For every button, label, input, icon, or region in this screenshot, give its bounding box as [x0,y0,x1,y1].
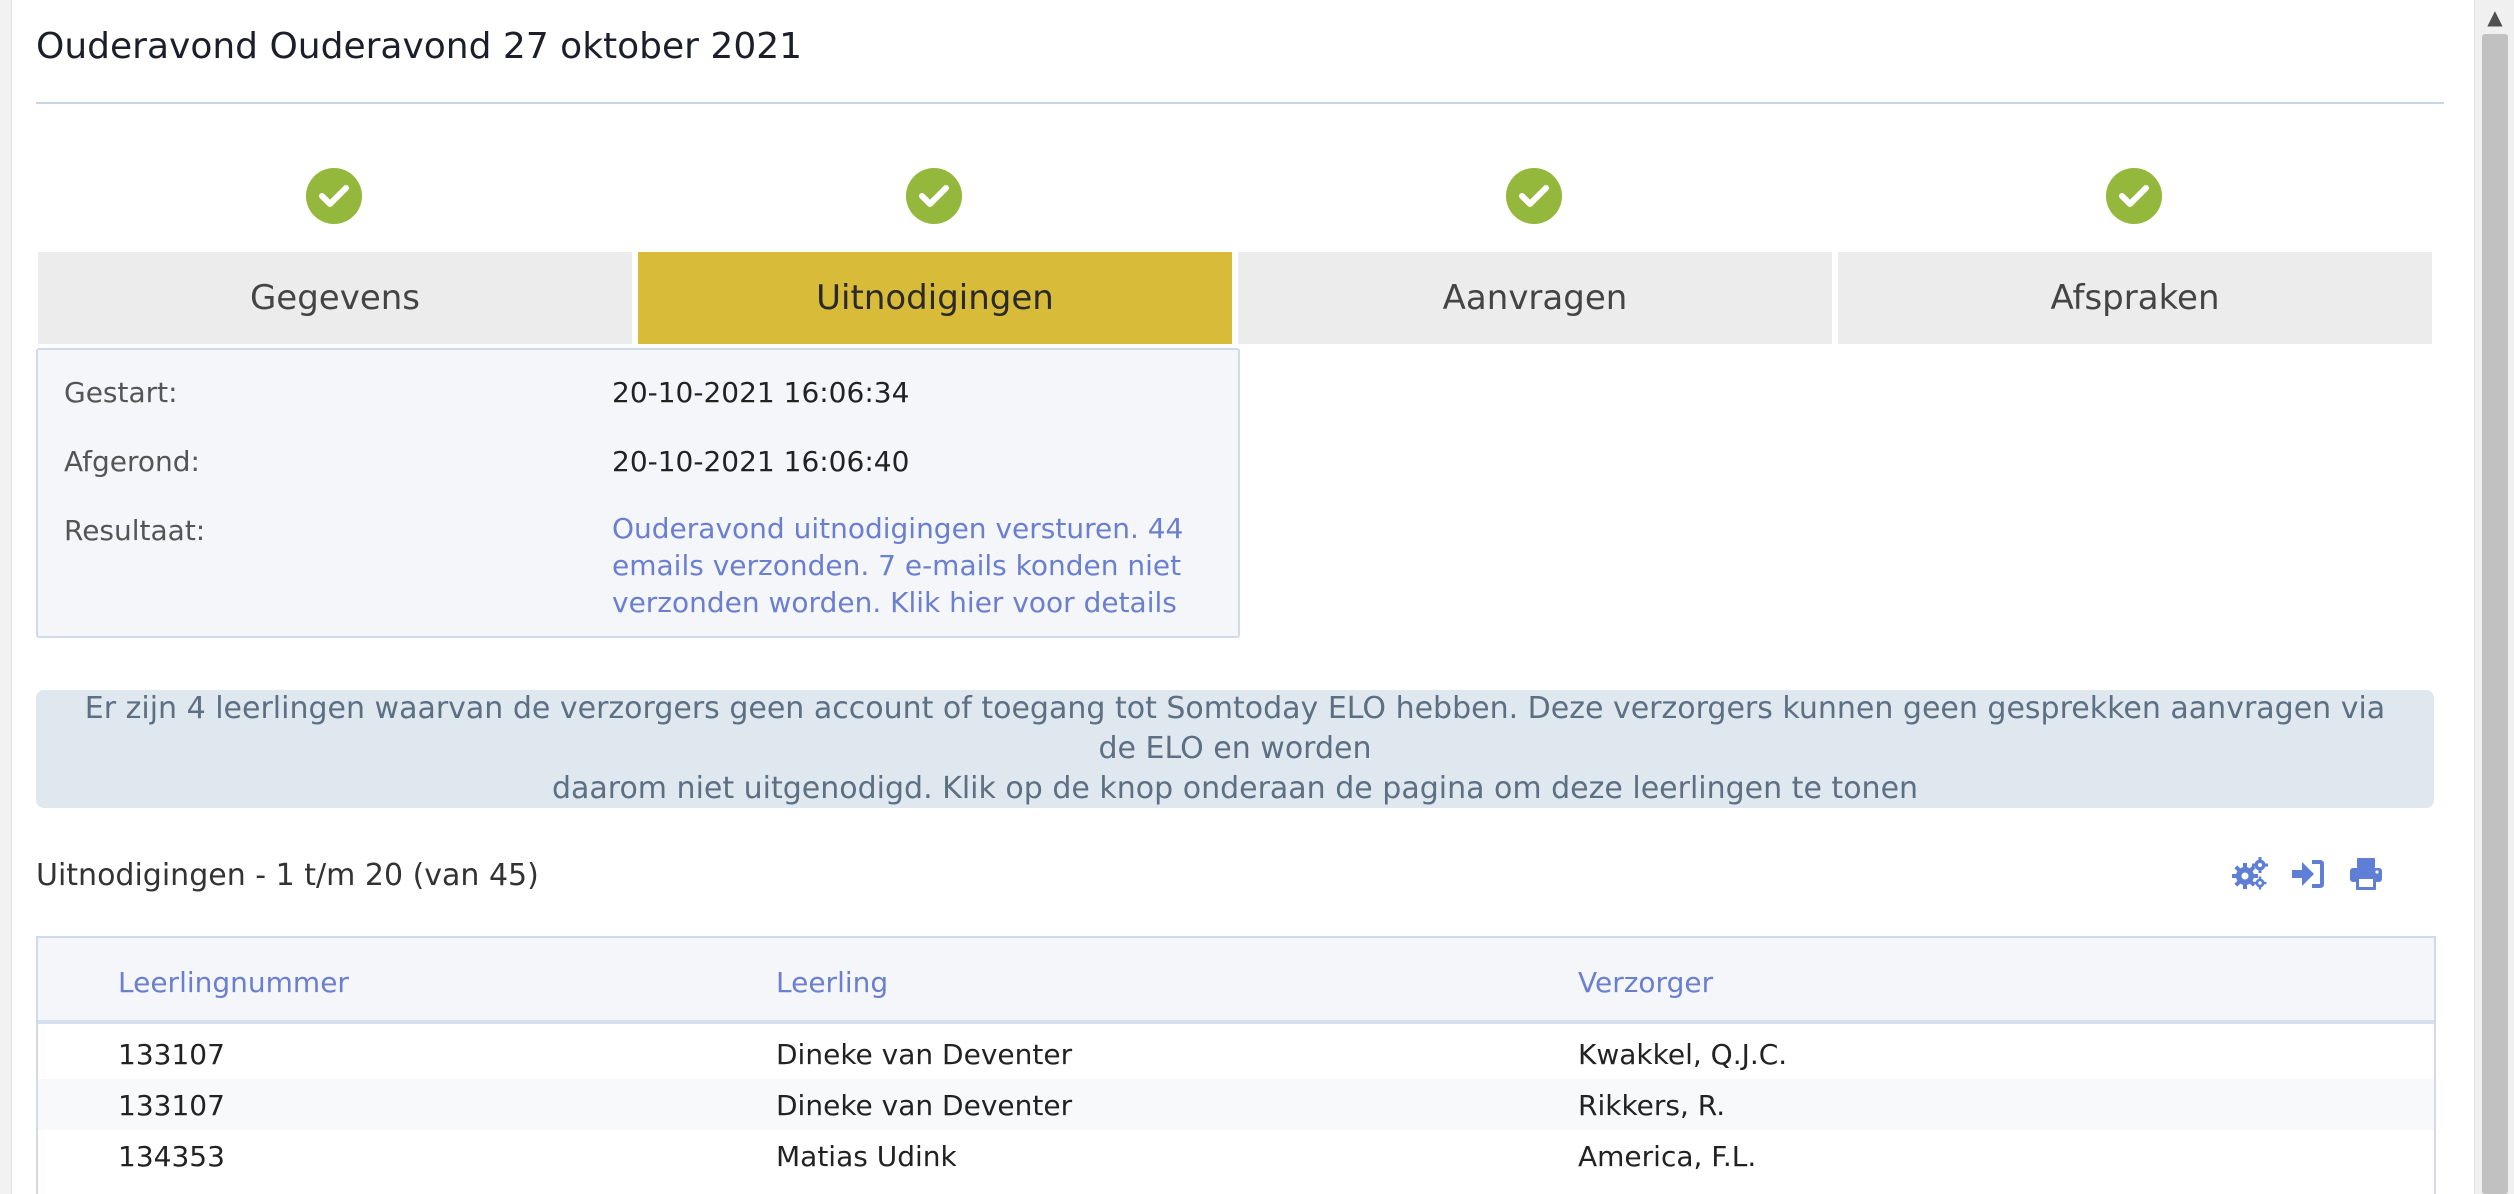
cell-verzorger: Kwakkel, Q.J.C. [1578,1038,1788,1071]
step-tab-afspraken[interactable]: Afspraken [1838,252,2432,344]
finished-value: 20-10-2021 16:06:40 [612,445,910,478]
sign-in-icon[interactable] [2290,856,2326,892]
table-row[interactable]: 133107 Dineke van Deventer Rikkers, R. [38,1079,2434,1130]
table-toolbar [2232,856,2384,892]
cell-verzorger: Rikkers, R. [1578,1089,1726,1122]
column-header-verzorger[interactable]: Verzorger [1578,966,1713,999]
table-row[interactable]: 134353 Matias Udink America, F.L. [38,1130,2434,1181]
cell-leerlingnummer: 133107 [118,1089,225,1122]
result-line: Ouderavond uitnodigingen versturen. 44 [612,512,1184,545]
step-tab-aanvragen[interactable]: Aanvragen [1238,252,1832,344]
finished-label: Afgerond: [64,445,200,478]
cell-leerlingnummer: 133107 [118,1038,225,1071]
invitations-table: Leerlingnummer Leerling Verzorger 133107… [36,936,2436,1194]
check-circle-icon [1506,168,1562,224]
page-title: Ouderavond Ouderavond 27 oktober 2021 [36,26,803,67]
cell-leerling: Matias Udink [776,1140,957,1173]
scrollbar-thumb[interactable] [2482,34,2508,1194]
table-row[interactable]: 133107 Dineke van Deventer Kwakkel, Q.J.… [38,1028,2434,1079]
result-label: Resultaat: [64,514,206,547]
left-edge [0,0,12,1194]
started-value: 20-10-2021 16:06:34 [612,376,910,409]
started-label: Gestart: [64,376,178,409]
check-circle-icon [2106,168,2162,224]
print-icon[interactable] [2348,856,2384,892]
column-header-leerling[interactable]: Leerling [776,966,888,999]
scroll-up-arrow-icon[interactable]: ▲ [2475,0,2514,34]
check-circle-icon [306,168,362,224]
cell-leerling: Dineke van Deventer [776,1038,1073,1071]
vertical-scrollbar[interactable]: ▲ [2474,0,2514,1194]
check-circle-icon [906,168,962,224]
run-info-panel: Gestart: 20-10-2021 16:06:34 Afgerond: 2… [36,348,1240,638]
column-header-leerlingnummer[interactable]: Leerlingnummer [118,966,349,999]
result-line: verzonden worden. Klik hier voor details [612,586,1177,619]
no-account-notice: Er zijn 4 leerlingen waarvan de verzorge… [36,690,2434,808]
step-tab-gegevens[interactable]: Gegevens [38,252,632,344]
invitations-section-title: Uitnodigingen - 1 t/m 20 (van 45) [36,858,539,893]
result-line: emails verzonden. 7 e-mails konden niet [612,549,1182,582]
cell-leerling: Dineke van Deventer [776,1089,1073,1122]
step-tab-uitnodigingen[interactable]: Uitnodigingen [638,252,1232,344]
page: Ouderavond Ouderavond 27 oktober 2021 Ge… [0,0,2514,1194]
notice-line: Er zijn 4 leerlingen waarvan de verzorge… [84,691,2386,766]
table-header: Leerlingnummer Leerling Verzorger [38,938,2434,1024]
cell-verzorger: America, F.L. [1578,1140,1757,1173]
result-details-link[interactable]: Ouderavond uitnodigingen versturen. 44 e… [612,510,1212,621]
cell-leerlingnummer: 134353 [118,1140,225,1173]
cogs-icon[interactable] [2232,856,2268,892]
title-divider [36,102,2444,104]
notice-line: daarom niet uitgenodigd. Klik op de knop… [551,771,1919,806]
